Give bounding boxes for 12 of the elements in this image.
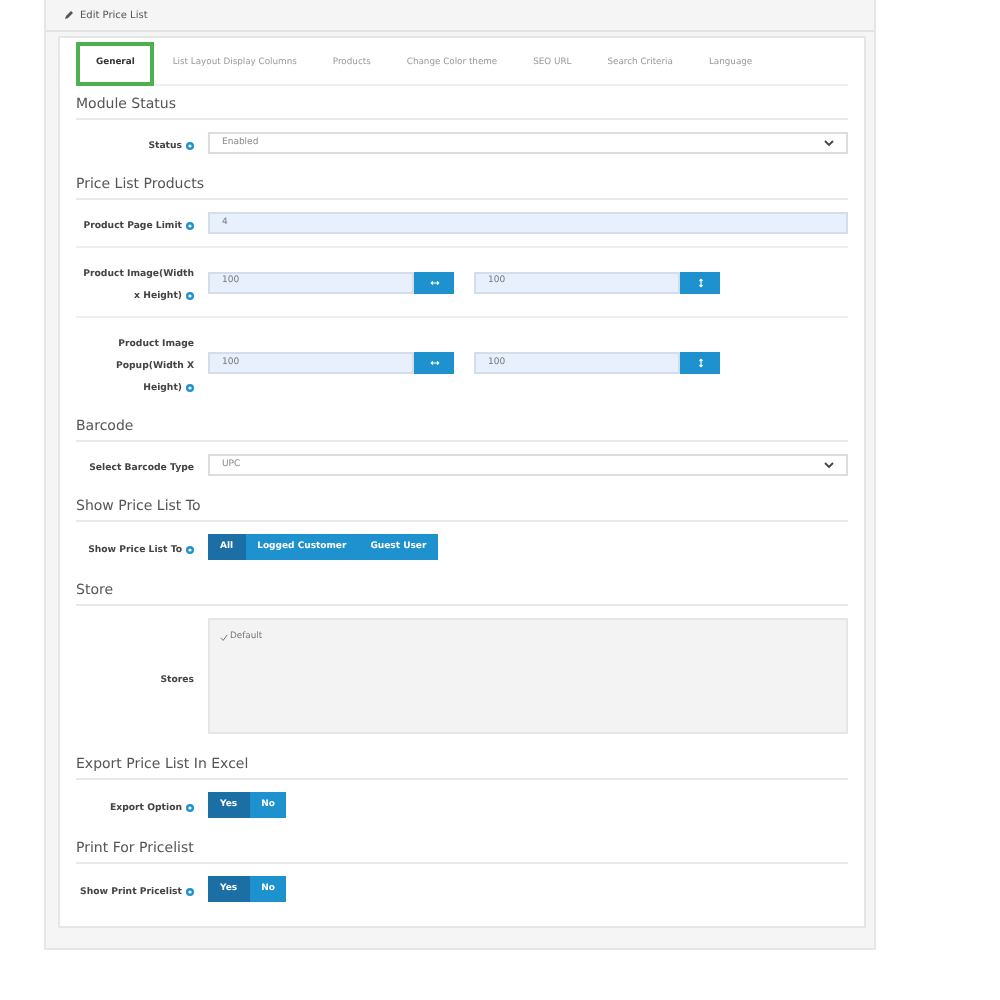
addon-button[interactable] bbox=[680, 271, 720, 293]
checkmark-icon[interactable] bbox=[220, 634, 228, 642]
addon-button[interactable] bbox=[414, 352, 454, 374]
horizontal-arrow-icon bbox=[429, 277, 439, 287]
chevron-down-icon bbox=[824, 138, 834, 148]
pencil-icon bbox=[64, 10, 74, 20]
chevron-down-icon bbox=[824, 460, 834, 470]
horizontal-arrow-icon bbox=[429, 358, 439, 368]
addon-button[interactable] bbox=[680, 352, 720, 374]
vertical-arrow-icon bbox=[695, 277, 705, 287]
addon-button[interactable] bbox=[414, 271, 454, 293]
vertical-arrow-icon bbox=[695, 358, 705, 368]
